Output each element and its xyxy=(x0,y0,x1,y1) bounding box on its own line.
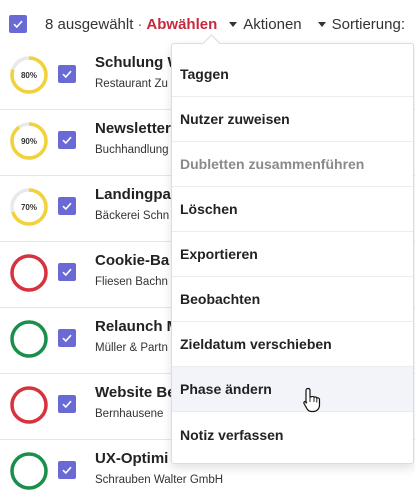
check-icon xyxy=(13,20,23,29)
check-icon xyxy=(62,334,72,343)
actions-dropdown-trigger[interactable]: Aktionen xyxy=(229,15,302,33)
actions-menu: Taggen Nutzer zuweisen Dubletten zusammenf… xyxy=(171,43,414,464)
deal-company: Müller & Partn xyxy=(95,342,168,354)
deal-company: Bäckerei Schn xyxy=(95,210,170,222)
row-checkbox[interactable] xyxy=(58,461,76,479)
check-icon xyxy=(62,70,72,79)
deal-title[interactable]: UX-Optimi xyxy=(95,450,168,467)
progress-label: 70% xyxy=(20,202,37,212)
progress-label xyxy=(9,451,49,491)
caret-down-icon xyxy=(229,21,238,27)
check-icon xyxy=(62,268,72,277)
progress-label xyxy=(9,253,49,293)
deal-title[interactable]: Cookie-Ba xyxy=(95,252,169,269)
deal-title[interactable]: Relaunch M xyxy=(95,318,179,335)
hand-pointer-icon xyxy=(303,387,321,413)
deal-title[interactable]: Website Be xyxy=(95,384,176,401)
menu-item[interactable]: Taggen xyxy=(172,52,413,97)
deal-company: Buchhandlung xyxy=(95,144,169,156)
progress-label xyxy=(9,385,49,425)
deal-title[interactable]: Newsletter xyxy=(95,120,171,137)
menu-item[interactable]: Löschen xyxy=(172,187,413,232)
menu-item: Dubletten zusammenführen xyxy=(172,142,413,187)
check-icon xyxy=(62,202,72,211)
progress-label: 90% xyxy=(20,136,37,146)
row-checkbox[interactable] xyxy=(58,329,76,347)
row-checkbox[interactable] xyxy=(58,263,76,281)
row-checkbox[interactable] xyxy=(58,197,76,215)
row-checkbox[interactable] xyxy=(58,65,76,83)
deal-company: Fliesen Bachn xyxy=(95,276,168,288)
deal-title[interactable]: Schulung W xyxy=(95,54,182,71)
deselect-link[interactable]: Abwählen xyxy=(146,16,217,33)
sort-label: Sortierung: xyxy=(331,15,405,33)
progress-label: 80% xyxy=(20,70,37,80)
select-all-checkbox[interactable] xyxy=(9,15,27,33)
deal-title[interactable]: Landingpa xyxy=(95,186,171,203)
menu-item[interactable]: Exportieren xyxy=(172,232,413,277)
separator-dot: · xyxy=(137,15,143,33)
progress-label xyxy=(9,319,49,359)
row-checkbox[interactable] xyxy=(58,395,76,413)
caret-down-icon xyxy=(317,21,326,27)
deal-company: Restaurant Zu xyxy=(95,78,168,90)
menu-item[interactable]: Zieldatum verschieben xyxy=(172,322,413,367)
selected-count: 8 ausgewählt xyxy=(45,15,134,33)
deal-company: Bernhausene xyxy=(95,408,164,420)
menu-item[interactable]: Beobachten xyxy=(172,277,413,322)
check-icon xyxy=(62,400,72,409)
deal-company: Schrauben Walter GmbH xyxy=(95,474,224,486)
check-icon xyxy=(62,136,72,145)
menu-item[interactable]: Phase ändern xyxy=(172,367,413,412)
row-checkbox[interactable] xyxy=(58,131,76,149)
menu-item[interactable]: Notiz verfassen xyxy=(172,412,413,457)
actions-label: Aktionen xyxy=(243,15,302,33)
sort-dropdown-trigger[interactable]: Sortierung: xyxy=(317,15,405,33)
menu-item[interactable]: Nutzer zuweisen xyxy=(172,97,413,142)
app-root: 8 ausgewählt · Abwählen Aktionen Sortier… xyxy=(0,0,415,491)
check-icon xyxy=(62,466,72,475)
